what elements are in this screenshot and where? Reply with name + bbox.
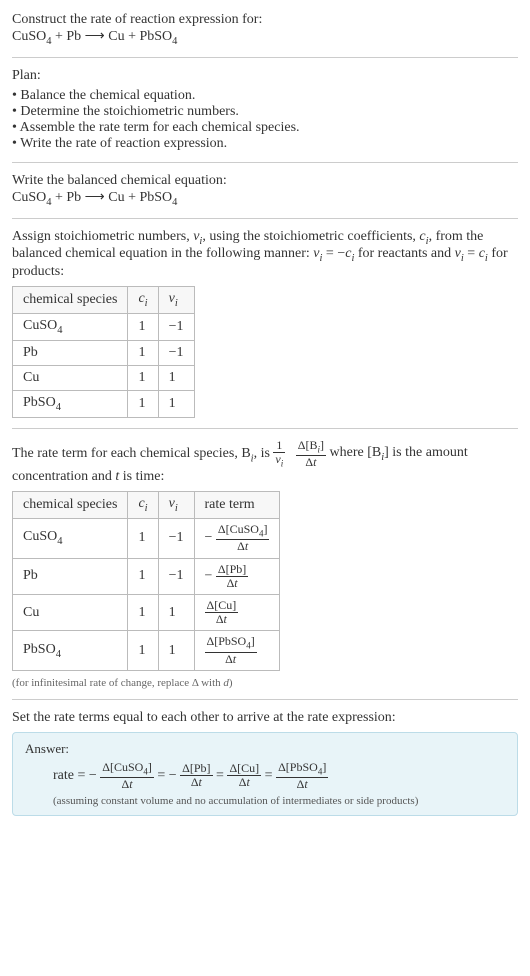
divider	[12, 162, 518, 163]
table-row: Pb 1 −1	[13, 340, 195, 365]
cell-species: Pb	[13, 558, 128, 594]
cell-ci: 1	[128, 390, 158, 417]
rate-label: rate =	[53, 768, 89, 783]
cell-species: CuSO4	[13, 519, 128, 558]
divider	[12, 218, 518, 219]
frac-den: νi	[273, 453, 285, 469]
plan-section: Plan: Balance the chemical equation. Det…	[12, 68, 518, 152]
intro-prompt: Construct the rate of reaction expressio…	[12, 12, 518, 28]
cell-vi: 1	[158, 631, 194, 670]
divider	[12, 57, 518, 58]
rateterm-intro-pre: The rate term for each chemical species,…	[12, 446, 251, 461]
table-row: Cu 1 1 Δ[Cu]Δt	[13, 594, 280, 630]
cell-ci: 1	[128, 340, 158, 365]
table-row: CuSO4 1 −1	[13, 313, 195, 340]
frac-den: Δt	[296, 456, 326, 469]
table-header-row: chemical species ci νi	[13, 287, 195, 314]
divider	[12, 428, 518, 429]
rateterm-section: The rate term for each chemical species,…	[12, 439, 518, 689]
cell-vi: −1	[158, 519, 194, 558]
divider	[12, 699, 518, 700]
cell-species: CuSO4	[13, 313, 128, 340]
stoich-table: chemical species ci νi CuSO4 1 −1 Pb 1 −…	[12, 286, 195, 417]
frac-num: 1	[273, 439, 285, 453]
balanced-section: Write the balanced chemical equation: Cu…	[12, 173, 518, 208]
intro-section: Construct the rate of reaction expressio…	[12, 12, 518, 47]
col-ci: ci	[128, 287, 158, 314]
cell-species: PbSO4	[13, 390, 128, 417]
table-row: PbSO4 1 1	[13, 390, 195, 417]
answer-label: Answer:	[25, 741, 505, 757]
answer-box: Answer: rate = − Δ[CuSO4]Δt = − Δ[Pb]Δt …	[12, 732, 518, 816]
cell-species: PbSO4	[13, 631, 128, 670]
final-heading: Set the rate terms equal to each other t…	[12, 710, 518, 726]
col-species: chemical species	[13, 492, 128, 519]
plan-item: Balance the chemical equation.	[12, 88, 518, 104]
cell-species: Cu	[13, 365, 128, 390]
answer-assumption: (assuming constant volume and no accumul…	[25, 795, 505, 807]
rateterm-table: chemical species ci νi rate term CuSO4 1…	[12, 491, 280, 670]
cell-vi: −1	[158, 340, 194, 365]
col-ci: ci	[128, 492, 158, 519]
plan-list: Balance the chemical equation. Determine…	[12, 88, 518, 152]
plan-item: Assemble the rate term for each chemical…	[12, 120, 518, 136]
cell-rate: − Δ[Pb]Δt	[194, 558, 280, 594]
cell-species: Pb	[13, 340, 128, 365]
cell-vi: 1	[158, 594, 194, 630]
table-row: PbSO4 1 1 Δ[PbSO4]Δt	[13, 631, 280, 670]
col-vi: νi	[158, 492, 194, 519]
cell-rate: Δ[Cu]Δt	[194, 594, 280, 630]
plan-item: Write the rate of reaction expression.	[12, 136, 518, 152]
rateterm-frac2: Δ[Bi] Δt	[296, 439, 326, 469]
cell-ci: 1	[128, 365, 158, 390]
rateterm-intro-mid: , is	[254, 446, 274, 461]
cell-vi: 1	[158, 390, 194, 417]
frac-num: Δ[Bi]	[296, 439, 326, 456]
balanced-equation: CuSO4 + Pb ⟶ Cu + PbSO4	[12, 189, 518, 208]
table-header-row: chemical species ci νi rate term	[13, 492, 280, 519]
col-species: chemical species	[13, 287, 128, 314]
table-row: Cu 1 1	[13, 365, 195, 390]
cell-ci: 1	[128, 594, 158, 630]
final-section: Set the rate terms equal to each other t…	[12, 710, 518, 816]
cell-rate: − Δ[CuSO4]Δt	[194, 519, 280, 558]
intro-equation: CuSO4 + Pb ⟶ Cu + PbSO4	[12, 28, 518, 47]
plan-heading: Plan:	[12, 68, 518, 84]
stoich-section: Assign stoichiometric numbers, νi, using…	[12, 229, 518, 418]
table-row: CuSO4 1 −1 − Δ[CuSO4]Δt	[13, 519, 280, 558]
col-vi: νi	[158, 287, 194, 314]
answer-equation: rate = − Δ[CuSO4]Δt = − Δ[Pb]Δt = Δ[Cu]Δ…	[25, 761, 505, 791]
cell-rate: Δ[PbSO4]Δt	[194, 631, 280, 670]
cell-ci: 1	[128, 519, 158, 558]
table-row: Pb 1 −1 − Δ[Pb]Δt	[13, 558, 280, 594]
stoich-intro: Assign stoichiometric numbers, νi, using…	[12, 229, 518, 281]
cell-species: Cu	[13, 594, 128, 630]
rate-terms-container: − Δ[CuSO4]Δt = − Δ[Pb]Δt = Δ[Cu]Δt = Δ[P…	[89, 768, 328, 783]
cell-ci: 1	[128, 558, 158, 594]
cell-ci: 1	[128, 631, 158, 670]
rateterm-intro: The rate term for each chemical species,…	[12, 439, 518, 486]
rateterm-note: (for infinitesimal rate of change, repla…	[12, 677, 518, 689]
rateterm-frac1: 1 νi	[273, 439, 285, 469]
cell-vi: 1	[158, 365, 194, 390]
col-rate: rate term	[194, 492, 280, 519]
cell-ci: 1	[128, 313, 158, 340]
cell-vi: −1	[158, 558, 194, 594]
plan-item: Determine the stoichiometric numbers.	[12, 104, 518, 120]
balanced-heading: Write the balanced chemical equation:	[12, 173, 518, 189]
cell-vi: −1	[158, 313, 194, 340]
